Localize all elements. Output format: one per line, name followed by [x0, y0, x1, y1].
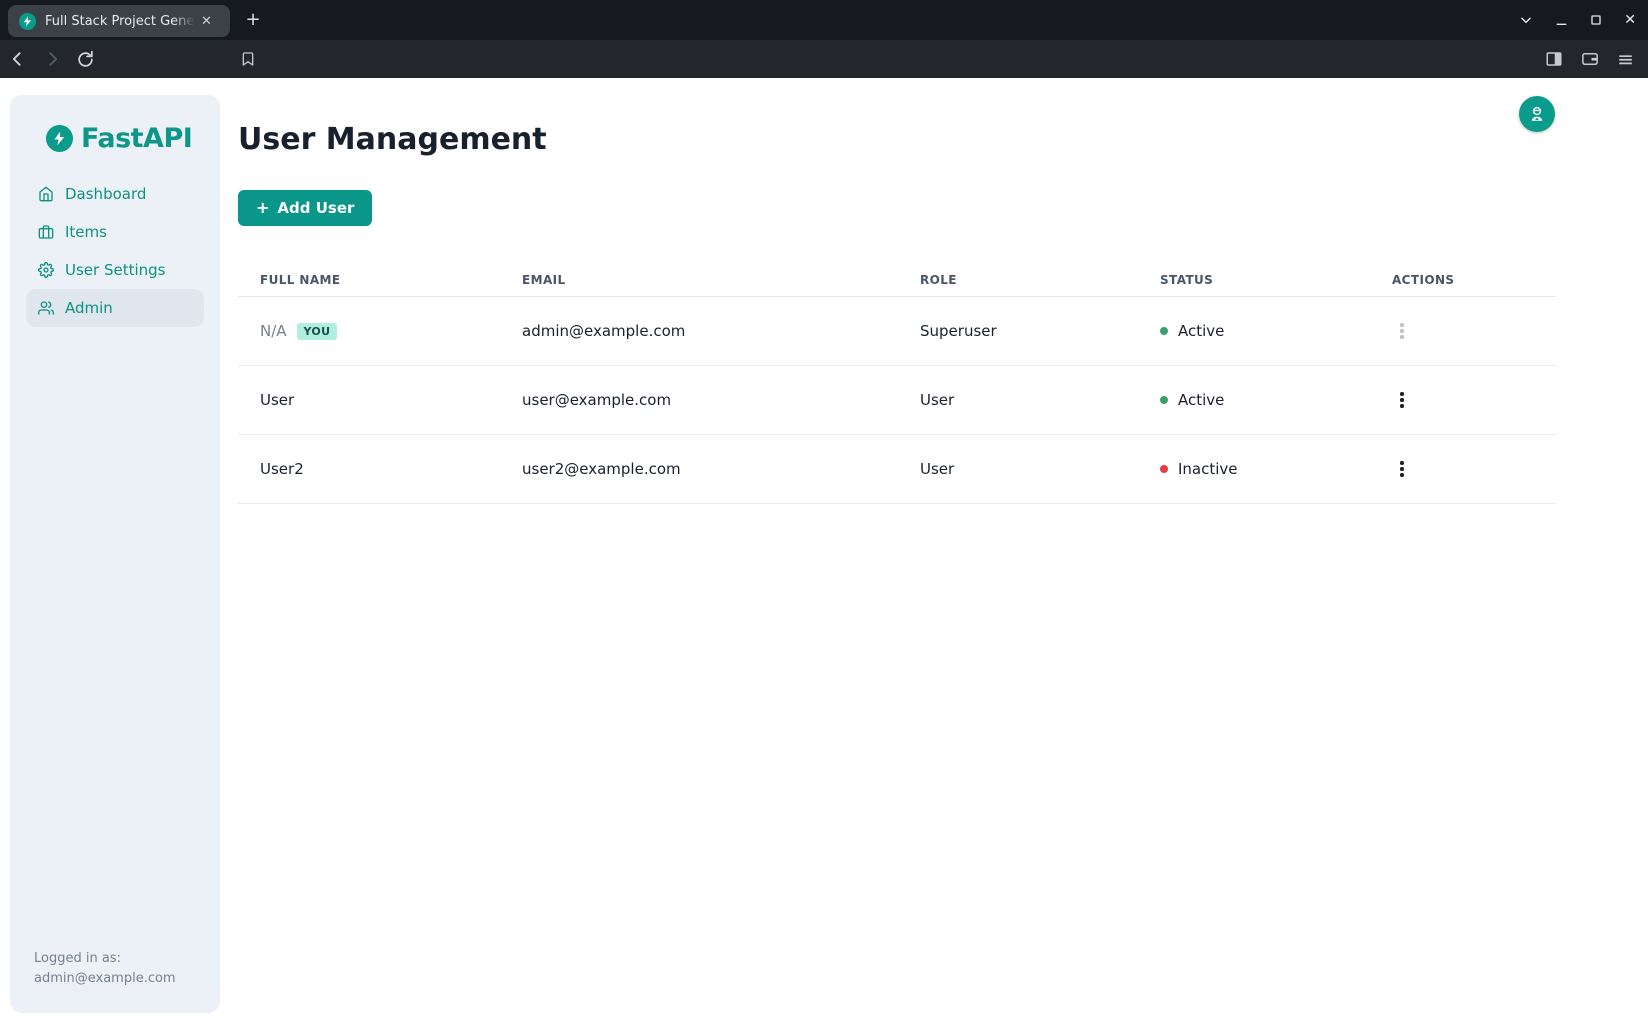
- cell-email: admin@example.com: [500, 322, 898, 340]
- logged-in-label: Logged in as:: [34, 949, 176, 969]
- forward-icon[interactable]: [42, 49, 62, 69]
- window-close-icon[interactable]: ✕: [1624, 13, 1636, 27]
- table-row: User2 user2@example.com User Inactive: [238, 435, 1556, 504]
- cell-email: user@example.com: [500, 391, 898, 409]
- col-full-name: FULL NAME: [238, 273, 500, 287]
- fastapi-favicon-icon: [19, 13, 36, 30]
- page-title: User Management: [238, 122, 547, 157]
- sidebar-item-dashboard[interactable]: Dashboard: [26, 175, 204, 213]
- table-row: User user@example.com User Active: [238, 366, 1556, 435]
- cell-status: Active: [1178, 391, 1224, 409]
- home-icon: [38, 186, 54, 202]
- status-dot: [1160, 465, 1168, 473]
- browser-tab[interactable]: Full Stack Project Genera ✕: [8, 5, 230, 37]
- menu-hamburger-icon[interactable]: ≡: [1617, 49, 1634, 69]
- col-status: STATUS: [1138, 273, 1370, 287]
- sidebar-item-label: User Settings: [65, 261, 165, 279]
- sidebar-item-label: Dashboard: [65, 185, 146, 203]
- back-icon[interactable]: [8, 49, 28, 69]
- cell-role: User: [898, 460, 1138, 478]
- row-actions-menu-icon[interactable]: [1392, 317, 1412, 345]
- cell-full-name: User2: [238, 460, 500, 478]
- tab-close-icon[interactable]: ✕: [201, 15, 212, 28]
- plus-icon: +: [256, 200, 269, 216]
- cell-full-name: N/A: [260, 322, 287, 340]
- status-dot: [1160, 396, 1168, 404]
- sidebar-item-label: Admin: [65, 299, 113, 317]
- browser-toolbar: i localhost/admin 1 ≡: [0, 40, 1648, 78]
- status-dot: [1160, 327, 1168, 335]
- bookmark-icon[interactable]: [240, 51, 256, 67]
- app-page: FastAPI Dashboard Items User Settings Ad…: [0, 78, 1648, 1025]
- users-icon: [38, 300, 54, 316]
- col-role: ROLE: [898, 273, 1138, 287]
- minimize-icon[interactable]: [1555, 14, 1568, 27]
- new-tab-button[interactable]: +: [243, 10, 263, 30]
- fastapi-logo-icon: [46, 125, 73, 152]
- col-email: EMAIL: [500, 273, 898, 287]
- sidebar-menu: Dashboard Items User Settings Admin: [26, 175, 204, 327]
- logged-in-email: admin@example.com: [34, 969, 176, 989]
- sidebar-item-label: Items: [65, 223, 107, 241]
- col-actions: ACTIONS: [1370, 273, 1556, 287]
- add-user-label: Add User: [277, 199, 354, 217]
- tab-strip: Full Stack Project Genera ✕ + ✕: [0, 0, 1648, 40]
- gear-icon: [38, 262, 54, 278]
- sidebar: FastAPI Dashboard Items User Settings Ad…: [10, 95, 220, 1013]
- you-badge: YOU: [297, 323, 338, 340]
- tab-title-fade: [173, 14, 195, 29]
- users-table: FULL NAME EMAIL ROLE STATUS ACTIONS N/A Y…: [238, 263, 1556, 504]
- row-actions-menu-icon[interactable]: [1392, 455, 1412, 483]
- tab-title: Full Stack Project Genera: [45, 14, 195, 29]
- logged-in-footer: Logged in as: admin@example.com: [34, 949, 176, 989]
- sidebar-item-user-settings[interactable]: User Settings: [26, 251, 204, 289]
- briefcase-icon: [38, 224, 54, 240]
- cell-full-name: User: [238, 391, 500, 409]
- table-header-row: FULL NAME EMAIL ROLE STATUS ACTIONS: [238, 263, 1556, 297]
- maximize-icon[interactable]: [1590, 14, 1602, 26]
- sidebar-item-admin[interactable]: Admin: [26, 289, 204, 327]
- cell-status: Active: [1178, 322, 1224, 340]
- row-actions-menu-icon[interactable]: [1392, 386, 1412, 414]
- logo-text: FastAPI: [81, 123, 192, 154]
- tab-search-chevron-icon[interactable]: [1519, 13, 1533, 27]
- sidebar-item-items[interactable]: Items: [26, 213, 204, 251]
- cell-status: Inactive: [1178, 460, 1238, 478]
- reload-icon[interactable]: [76, 50, 95, 69]
- fastapi-logo[interactable]: FastAPI: [46, 123, 192, 154]
- cell-role: Superuser: [898, 322, 1138, 340]
- cell-role: User: [898, 391, 1138, 409]
- wallet-icon[interactable]: [1581, 50, 1599, 68]
- table-row: N/A YOU admin@example.com Superuser Activ…: [238, 297, 1556, 366]
- sidebar-toggle-icon[interactable]: [1545, 50, 1563, 68]
- add-user-button[interactable]: + Add User: [238, 190, 372, 226]
- main-content: User Management + Add User FULL NAME EMA…: [238, 78, 1556, 1025]
- cell-email: user2@example.com: [500, 460, 898, 478]
